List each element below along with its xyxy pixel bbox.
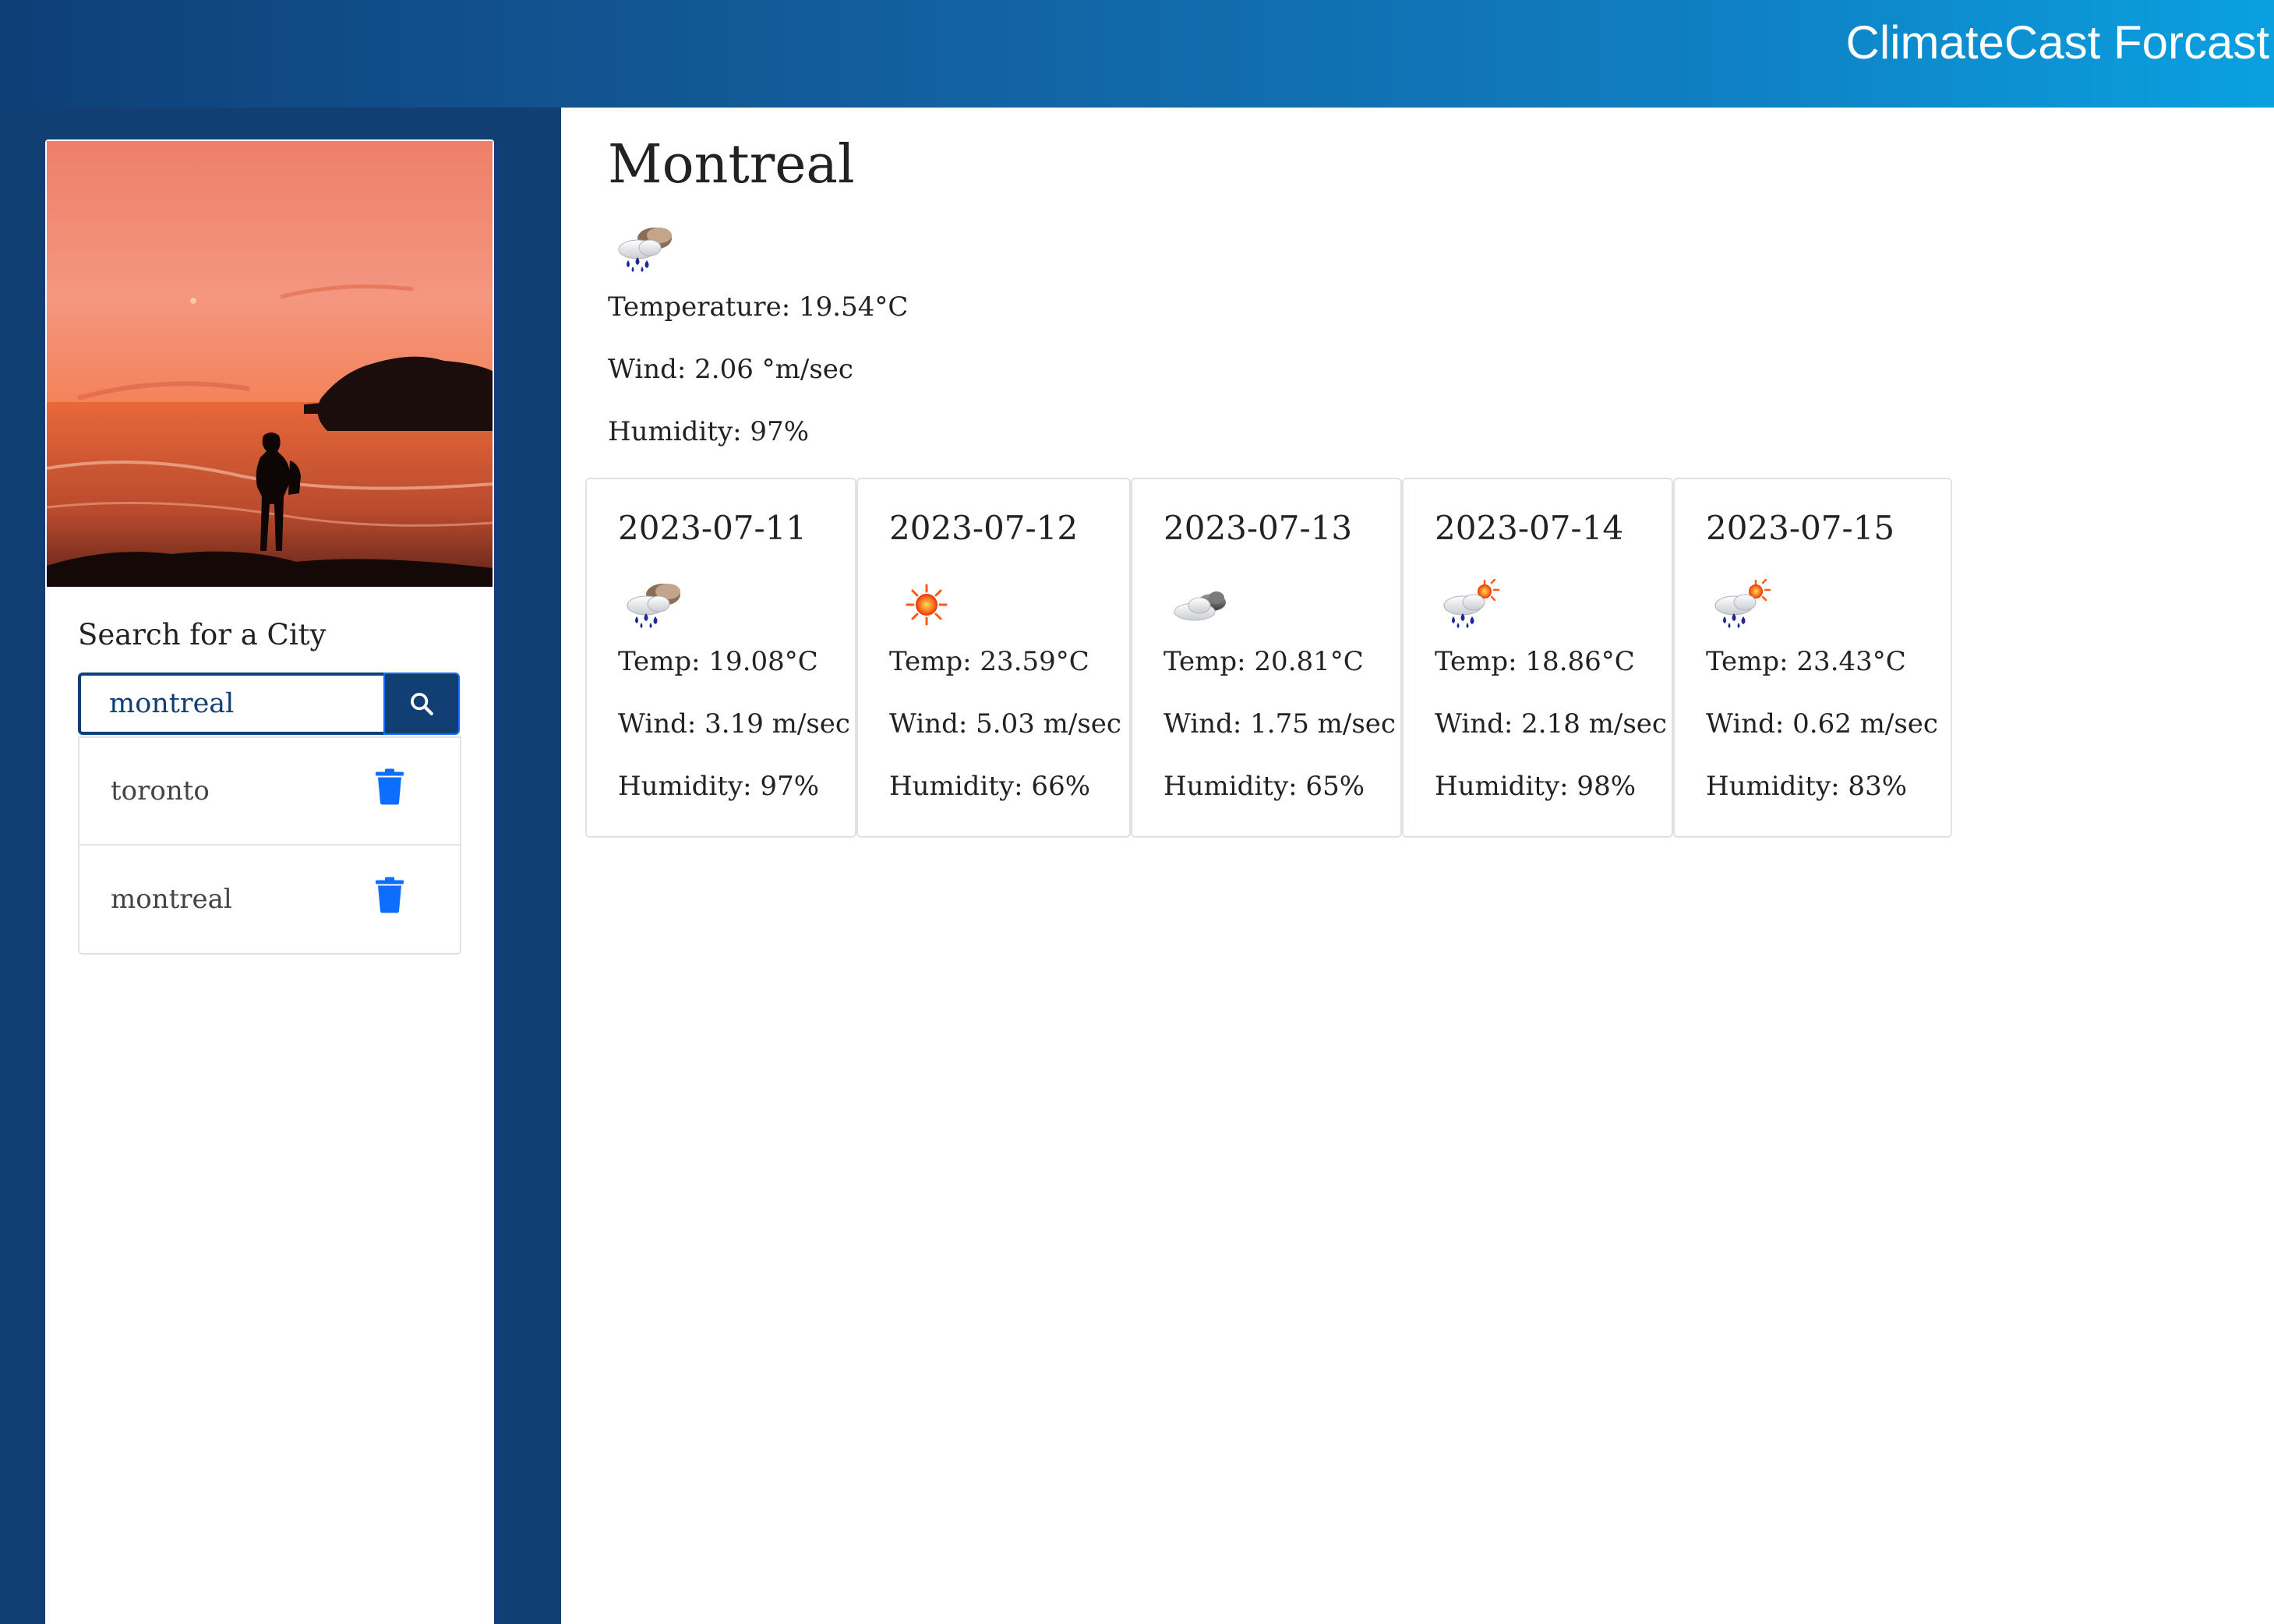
- forecast-temp: Temp: 20.81°C: [1163, 646, 1364, 677]
- search-history-list: toronto montreal: [78, 736, 461, 955]
- forecast-humidity: Humidity: 97%: [618, 771, 820, 802]
- forecast-card: 2023-07-14 Temp: 18.86°C Wind: 2.18 m/se…: [1402, 478, 1673, 838]
- sun-rain-icon: [1711, 579, 1776, 630]
- app-header: ClimateCast Forcast: [0, 0, 2274, 108]
- history-item-toronto[interactable]: toronto: [79, 738, 460, 846]
- forecast-date: 2023-07-14: [1435, 509, 1624, 547]
- forecast-humidity: Humidity: 65%: [1163, 771, 1365, 802]
- sun-rain-icon: [1439, 579, 1505, 630]
- app-title: ClimateCast Forcast: [1845, 16, 2269, 69]
- forecast-card: 2023-07-15 Temp: 23.43°C Wind: 0.62 m/se…: [1673, 478, 1952, 838]
- sun-icon: [906, 584, 948, 626]
- forecast-wind: Wind: 0.62 m/sec: [1706, 708, 1938, 740]
- cloudy-icon: [1174, 591, 1227, 621]
- history-item-label[interactable]: toronto: [111, 775, 210, 807]
- history-item-label[interactable]: montreal: [111, 884, 232, 915]
- forecast-card: 2023-07-11 Temp: 19.08°C Wind: 3.19 m/se…: [585, 478, 856, 838]
- current-wind: Wind: 2.06 °m/sec: [608, 354, 853, 385]
- current-temperature: Temperature: 19.54°C: [608, 291, 909, 323]
- search-button[interactable]: [383, 673, 460, 735]
- search-label: Search for a City: [78, 618, 327, 651]
- forecast-wind: Wind: 2.18 m/sec: [1435, 708, 1667, 740]
- forecast-card: 2023-07-13 Temp: 20.81°C Wind: 1.75 m/se…: [1131, 478, 1402, 838]
- forecast-temp: Temp: 23.43°C: [1706, 646, 1906, 677]
- forecast-date: 2023-07-15: [1706, 509, 1895, 547]
- forecast-temp: Temp: 19.08°C: [618, 646, 818, 677]
- forecast-wind: Wind: 3.19 m/sec: [618, 708, 850, 740]
- forecast-temp: Temp: 23.59°C: [889, 646, 1089, 677]
- hero-image: [47, 141, 493, 587]
- rain-clouds-icon: [623, 579, 688, 630]
- trash-icon[interactable]: [374, 877, 405, 913]
- current-city-name: Montreal: [608, 134, 855, 196]
- forecast-card: 2023-07-12 Temp: 23.59°C Wind: 5.03 m/se…: [856, 478, 1131, 838]
- forecast-humidity: Humidity: 83%: [1706, 771, 1908, 802]
- forecast-humidity: Humidity: 98%: [1435, 771, 1637, 802]
- forecast-date: 2023-07-12: [889, 509, 1079, 547]
- forecast-humidity: Humidity: 66%: [889, 771, 1091, 802]
- trash-icon[interactable]: [374, 768, 405, 805]
- search-input[interactable]: [78, 673, 383, 735]
- search-icon: [411, 693, 433, 715]
- forecast-wind: Wind: 1.75 m/sec: [1163, 708, 1396, 740]
- current-humidity: Humidity: 97%: [608, 416, 810, 447]
- sidebar-card: Search for a City toronto montreal: [45, 139, 494, 1624]
- forecast-date: 2023-07-11: [618, 509, 807, 547]
- forecast-wind: Wind: 5.03 m/sec: [889, 708, 1121, 740]
- main-content: Montreal Temperature: 19.54°C Wind: 2.06…: [561, 108, 2274, 1624]
- forecast-date: 2023-07-13: [1163, 509, 1353, 547]
- rain-clouds-icon: [614, 223, 680, 274]
- history-item-montreal[interactable]: montreal: [79, 846, 460, 953]
- forecast-temp: Temp: 18.86°C: [1435, 646, 1635, 677]
